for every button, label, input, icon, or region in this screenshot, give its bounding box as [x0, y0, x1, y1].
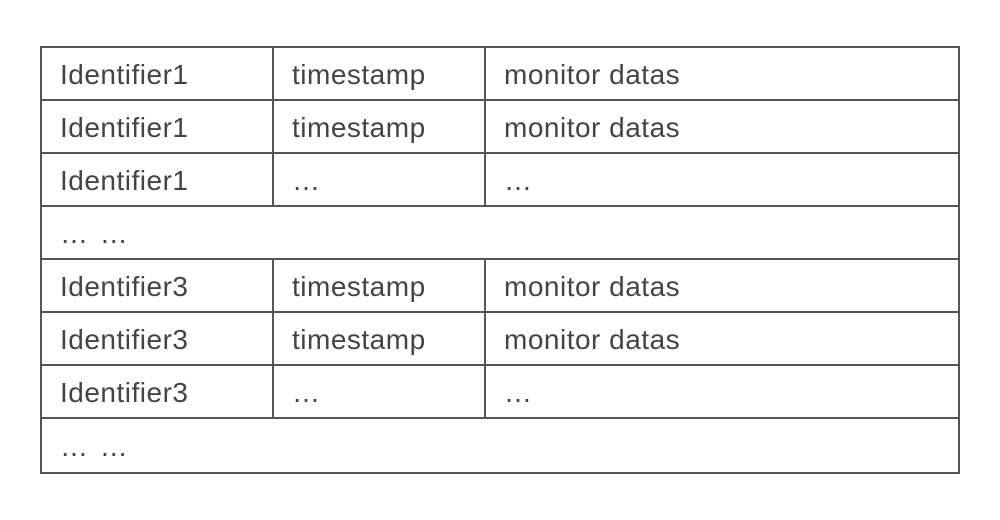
- table-gap-row: … …: [42, 419, 958, 472]
- table-row: Identifier1 timestamp monitor datas: [42, 101, 958, 154]
- cell-identifier: Identifier1: [42, 48, 274, 99]
- cell-gap: … …: [42, 419, 958, 472]
- cell-monitor: monitor datas: [486, 48, 958, 99]
- cell-identifier: Identifier1: [42, 101, 274, 152]
- cell-timestamp: timestamp: [274, 313, 486, 364]
- cell-timestamp: timestamp: [274, 260, 486, 311]
- table-gap-row: … …: [42, 207, 958, 260]
- table-row: Identifier3 … …: [42, 366, 958, 419]
- cell-monitor: monitor datas: [486, 260, 958, 311]
- cell-timestamp: timestamp: [274, 48, 486, 99]
- cell-gap: … …: [42, 207, 958, 258]
- cell-identifier: Identifier3: [42, 313, 274, 364]
- cell-timestamp: timestamp: [274, 101, 486, 152]
- cell-monitor: monitor datas: [486, 313, 958, 364]
- cell-ellipsis: …: [486, 366, 958, 417]
- table-row: Identifier1 timestamp monitor datas: [42, 48, 958, 101]
- cell-ellipsis: …: [274, 154, 486, 205]
- cell-identifier: Identifier1: [42, 154, 274, 205]
- table-row: Identifier3 timestamp monitor datas: [42, 313, 958, 366]
- table-row: Identifier3 timestamp monitor datas: [42, 260, 958, 313]
- cell-ellipsis: …: [274, 366, 486, 417]
- cell-identifier: Identifier3: [42, 260, 274, 311]
- schema-table: Identifier1 timestamp monitor datas Iden…: [40, 46, 960, 474]
- cell-monitor: monitor datas: [486, 101, 958, 152]
- cell-identifier: Identifier3: [42, 366, 274, 417]
- table-row: Identifier1 … …: [42, 154, 958, 207]
- cell-ellipsis: …: [486, 154, 958, 205]
